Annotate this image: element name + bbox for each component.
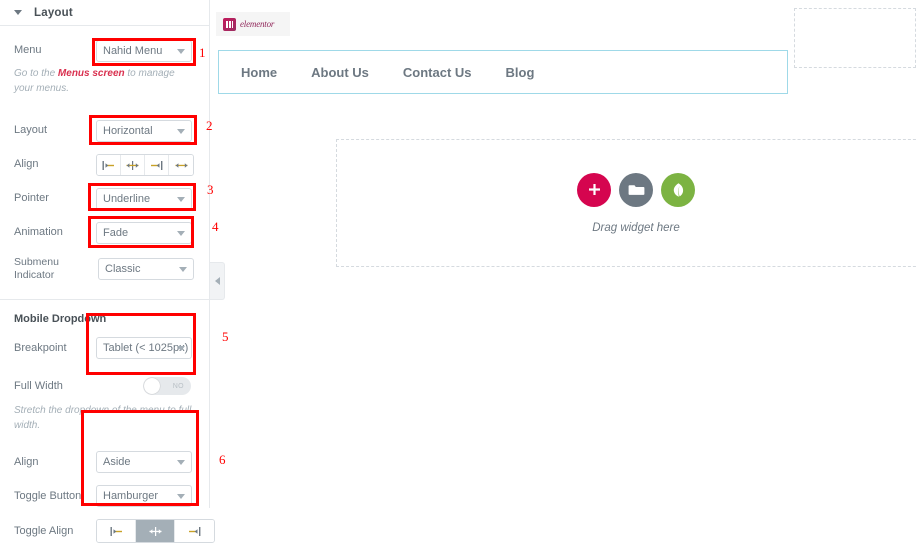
toggle-align-right-button[interactable] xyxy=(175,520,214,543)
align-right-icon xyxy=(189,526,201,536)
toggle-button-select-value: Hamburger xyxy=(103,490,159,503)
layout-select-value: Horizontal xyxy=(103,125,153,137)
align-right-icon xyxy=(151,160,163,170)
control-full-width: Full Width NO xyxy=(14,375,195,397)
full-width-helper-text: Stretch the dropdown of the menu to full… xyxy=(14,405,192,431)
drop-area-caption: Drag widget here xyxy=(592,221,680,234)
panel-collapse-handle[interactable] xyxy=(210,262,225,300)
elementor-editor: Layout Menu Nahid Menu Go to the Menus s… xyxy=(0,0,916,543)
align-justify-button[interactable] xyxy=(169,155,193,175)
annotation-number-3: 3 xyxy=(207,182,214,197)
control-full-width-label: Full Width xyxy=(14,379,63,392)
control-toggle-align-label: Toggle Align xyxy=(14,524,74,537)
align-center-button[interactable] xyxy=(121,155,145,175)
full-width-toggle-state: NO xyxy=(172,382,184,390)
mobile-align-select[interactable]: Aside xyxy=(96,451,192,474)
toggle-align-button-group xyxy=(96,519,215,543)
pointer-select[interactable]: Underline xyxy=(96,188,192,210)
submenu-indicator-select[interactable]: Classic xyxy=(98,257,194,280)
menu-select[interactable]: Nahid Menu xyxy=(96,40,192,62)
menu-helper-prefix: Go to the xyxy=(14,68,58,79)
annotation-number-6: 6 xyxy=(219,452,226,467)
pointer-select-value: Underline xyxy=(103,193,151,205)
align-justify-icon xyxy=(175,162,187,168)
control-toggle-align: Toggle Align xyxy=(14,519,215,543)
breakpoint-select-value: Tablet (< 1025px) xyxy=(103,342,189,355)
align-button-group xyxy=(96,154,194,176)
toggle-align-left-button[interactable] xyxy=(97,520,136,543)
leaf-icon xyxy=(673,182,683,197)
menu-select-value: Nahid Menu xyxy=(103,45,163,57)
toggle-align-center-button[interactable] xyxy=(136,520,175,543)
layout-select[interactable]: Horizontal xyxy=(96,120,192,142)
align-left-icon xyxy=(110,526,122,536)
mobile-align-select-value: Aside xyxy=(103,456,131,469)
control-toggle-button-label: Toggle Button xyxy=(14,489,82,502)
add-widget-button[interactable] xyxy=(577,172,611,207)
panel-title: Layout xyxy=(34,6,73,19)
folder-icon xyxy=(628,185,644,195)
drop-area-icon-row xyxy=(577,172,695,207)
control-submenu-indicator-label: Submenu Indicator xyxy=(14,256,59,281)
section-title-mobile-dropdown: Mobile Dropdown xyxy=(0,299,209,325)
preview-canvas: elementor Home About Us Contact Us Blog xyxy=(210,0,916,508)
annotation-number-5: 5 xyxy=(222,329,229,344)
animation-select-value: Fade xyxy=(103,227,129,239)
elementor-mark-icon xyxy=(223,17,236,31)
control-toggle-button: Toggle Button Hamburger xyxy=(14,485,195,508)
submenu-indicator-select-value: Classic xyxy=(105,262,141,275)
toggle-button-select[interactable]: Hamburger xyxy=(96,485,192,508)
plus-icon xyxy=(588,184,600,195)
control-align-label: Align xyxy=(14,158,39,171)
caret-down-icon xyxy=(14,10,22,15)
settings-sidebar: Layout Menu Nahid Menu Go to the Menus s… xyxy=(0,0,215,543)
control-align: Align xyxy=(14,154,195,176)
annotation-number-1: 1 xyxy=(199,45,206,60)
align-center-icon xyxy=(126,160,139,170)
panel-section-header-layout[interactable]: Layout xyxy=(0,0,209,26)
nav-item-about-us[interactable]: About Us xyxy=(294,65,386,80)
align-right-button[interactable] xyxy=(145,155,169,175)
control-layout: Layout Horizontal xyxy=(14,120,195,142)
annotation-number-4: 4 xyxy=(212,219,219,234)
empty-section-placeholder[interactable] xyxy=(794,8,916,68)
toggle-knob xyxy=(144,378,160,395)
control-breakpoint: Breakpoint Tablet (< 1025px) xyxy=(14,337,195,360)
align-left-button[interactable] xyxy=(97,155,121,175)
chevron-left-icon xyxy=(214,277,220,285)
nav-item-home[interactable]: Home xyxy=(219,65,294,80)
nav-item-contact-us[interactable]: Contact Us xyxy=(386,65,489,80)
full-width-toggle[interactable]: NO xyxy=(143,377,191,396)
control-mobile-align-label: Align xyxy=(14,455,39,468)
template-library-button[interactable] xyxy=(619,172,653,207)
control-pointer-label: Pointer xyxy=(14,192,49,205)
control-animation: Animation Fade xyxy=(14,222,195,244)
control-animation-label: Animation xyxy=(14,226,63,239)
animation-select[interactable]: Fade xyxy=(96,222,192,244)
breakpoint-select[interactable]: Tablet (< 1025px) xyxy=(96,337,192,360)
nav-menu-widget[interactable]: Home About Us Contact Us Blog xyxy=(218,50,788,94)
annotation-number-2: 2 xyxy=(206,118,213,133)
panel-body: Menu Nahid Menu Go to the Menus screen t… xyxy=(0,40,215,543)
control-breakpoint-label: Breakpoint xyxy=(14,341,67,354)
control-mobile-align: Align Aside xyxy=(14,451,195,474)
align-center-icon xyxy=(149,526,161,536)
elementor-wordmark: elementor xyxy=(240,19,275,29)
menu-helper-text: Go to the Menus screen to manage your me… xyxy=(14,67,195,96)
control-menu: Menu Nahid Menu xyxy=(14,40,195,62)
nav-item-blog[interactable]: Blog xyxy=(489,65,552,80)
control-submenu-indicator: Submenu Indicator Classic xyxy=(14,256,195,281)
control-pointer: Pointer Underline xyxy=(14,188,195,210)
leaf-button[interactable] xyxy=(661,172,695,207)
control-menu-label: Menu xyxy=(14,44,42,57)
control-layout-label: Layout xyxy=(14,124,48,137)
elementor-logo: elementor xyxy=(216,12,290,36)
drag-widget-drop-area[interactable]: Drag widget here xyxy=(336,139,916,267)
align-left-icon xyxy=(102,160,114,170)
menus-screen-link[interactable]: Menus screen xyxy=(58,68,125,79)
